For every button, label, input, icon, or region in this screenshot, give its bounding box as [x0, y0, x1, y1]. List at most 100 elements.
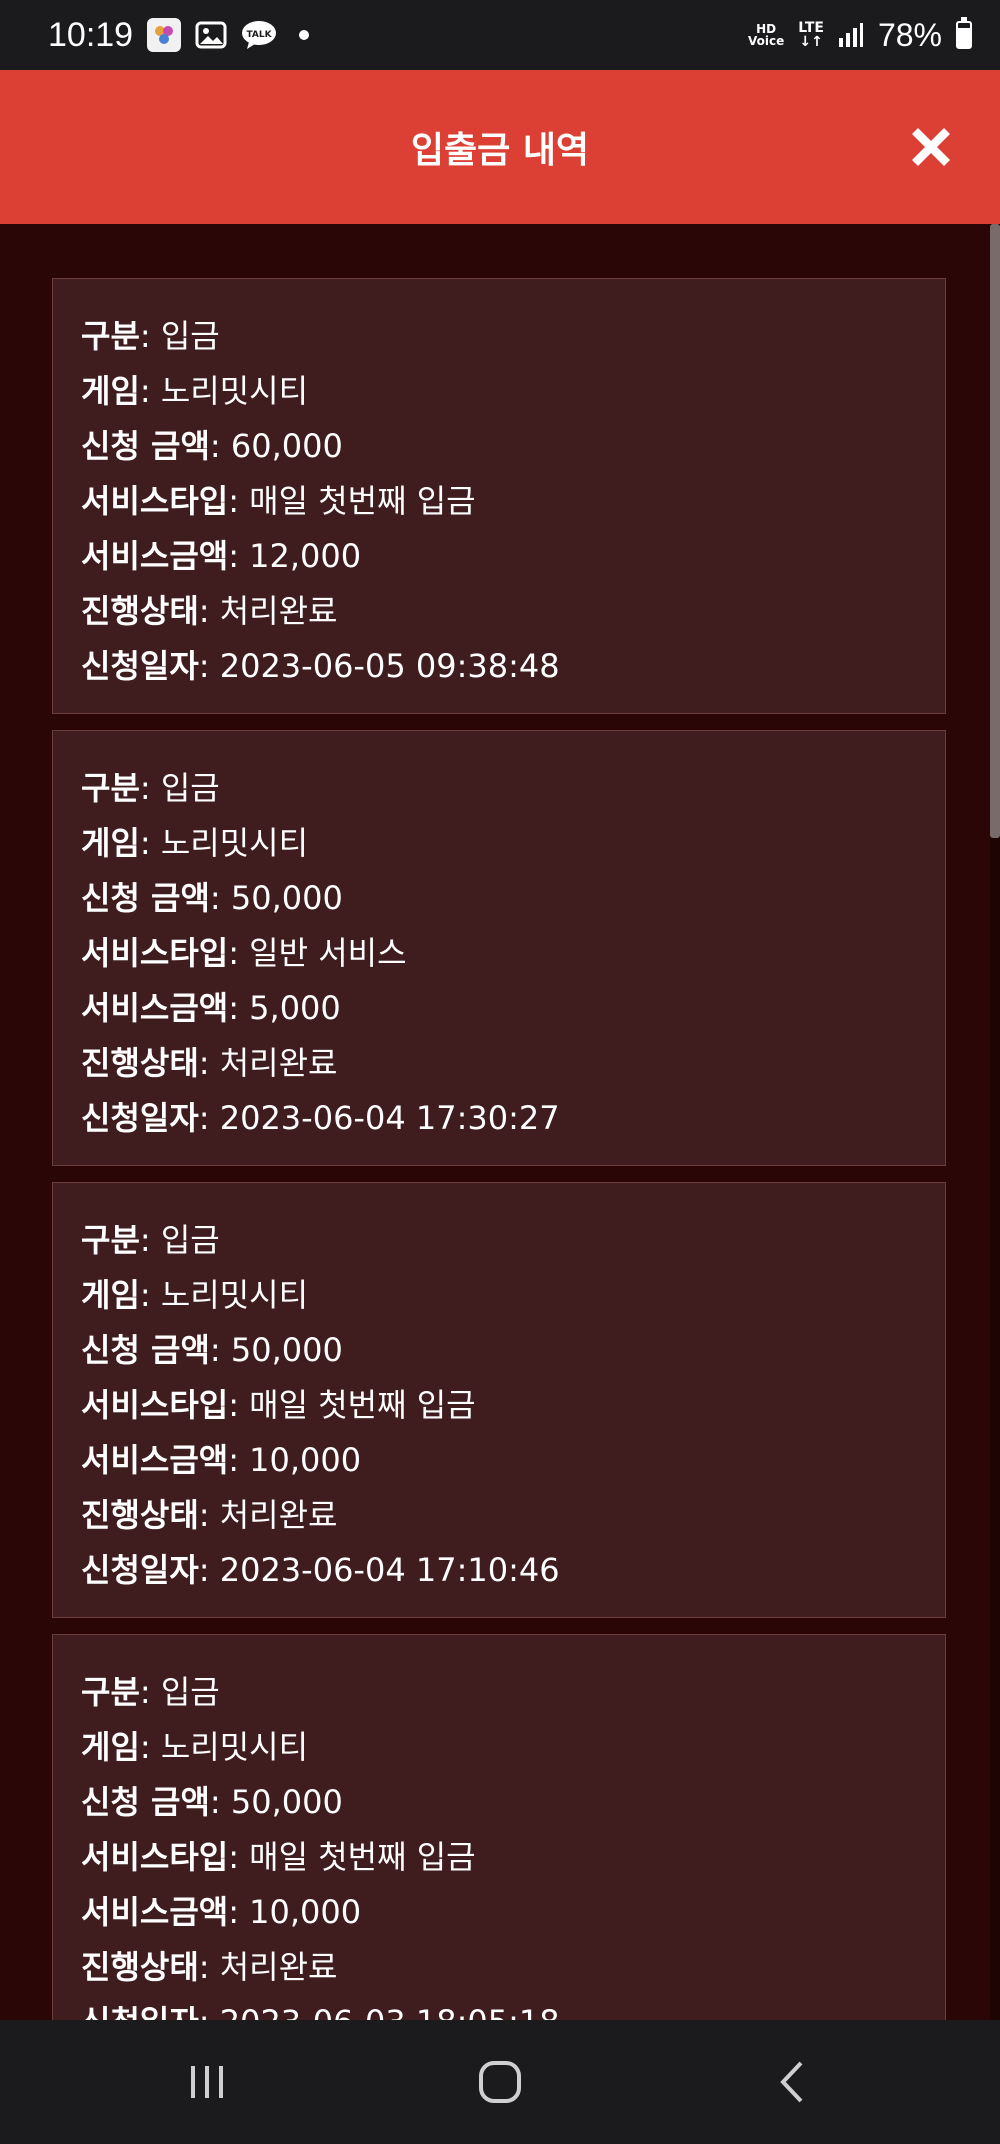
game-value: 노리밋시티: [160, 1728, 309, 1766]
status-value: 처리완료: [219, 1044, 338, 1082]
status-value: 처리완료: [219, 592, 338, 630]
page-title: 입출금 내역: [410, 130, 590, 171]
back-icon[interactable]: [775, 2059, 811, 2105]
date-row: 신청일자: 2023-06-04 17:10:46: [81, 1551, 560, 1589]
game-value: 노리밋시티: [160, 824, 309, 862]
date-value: 2023-06-05 09:38:48: [219, 647, 560, 685]
date-label: 신청일자: [81, 2003, 199, 2020]
type-label: 구분: [81, 1673, 140, 1711]
service-type-label: 서비스타입: [81, 1386, 229, 1424]
service-type-value: 매일 첫번째 입금: [249, 1838, 476, 1876]
type-value: 입금: [160, 1221, 220, 1259]
service-type-value: 매일 첫번째 입금: [249, 482, 476, 520]
type-value: 입금: [160, 317, 220, 355]
game-label: 게임: [81, 824, 140, 862]
service-type-value: 매일 첫번째 입금: [249, 1386, 476, 1424]
service-type-value: 일반 서비스: [249, 934, 407, 972]
date-row: 신청일자: 2023-06-04 17:30:27: [81, 1099, 560, 1137]
scrollbar-thumb[interactable]: [990, 224, 1000, 838]
status-label: 진행상태: [81, 592, 199, 630]
amount-label: 신청 금액: [81, 427, 210, 465]
game-value: 노리밋시티: [160, 1276, 309, 1314]
game-row: 게임: 노리밋시티: [81, 824, 309, 862]
transaction-card: 구분: 입금 게임: 노리밋시티 신청 금액: 50,000 서비스타입: 매일…: [52, 1182, 946, 1618]
amount-value: 50,000: [230, 879, 343, 917]
game-label: 게임: [81, 372, 140, 410]
type-value: 입금: [160, 1673, 220, 1711]
transaction-card: 구분: 입금 게임: 노리밋시티 신청 금액: 50,000 서비스타입: 일반…: [52, 730, 946, 1166]
service-amount-label: 서비스금액: [81, 537, 229, 575]
type-label: 구분: [81, 769, 140, 807]
recent-apps-button[interactable]: [167, 2052, 247, 2112]
notification-dot: [299, 30, 310, 40]
battery-fill: [958, 28, 970, 47]
amount-row: 신청 금액: 50,000: [81, 1331, 343, 1369]
service-amount-value: 5,000: [249, 989, 341, 1027]
service-amount-row: 서비스금액: 12,000: [81, 537, 362, 575]
amount-value: 50,000: [230, 1331, 343, 1369]
service-type-row: 서비스타입: 일반 서비스: [81, 934, 407, 972]
game-label: 게임: [81, 1728, 140, 1766]
date-label: 신청일자: [81, 1551, 199, 1589]
amount-label: 신청 금액: [81, 1331, 210, 1369]
service-amount-value: 10,000: [249, 1441, 362, 1479]
battery-percent: 78%: [877, 16, 942, 53]
service-type-row: 서비스타입: 매일 첫번째 입금: [81, 482, 476, 520]
game-row: 게임: 노리밋시티: [81, 1276, 309, 1314]
service-type-label: 서비스타입: [81, 482, 229, 520]
date-row: 신청일자: 2023-06-03 18:05:18: [81, 1995, 945, 2020]
home-button[interactable]: [460, 2052, 540, 2112]
hd-voice-icon: HD Voice: [747, 22, 785, 48]
close-button[interactable]: [906, 122, 956, 172]
date-value: 2023-06-04 17:30:27: [219, 1099, 560, 1137]
transaction-list[interactable]: 구분: 입금 게임: 노리밋시티 신청 금액: 60,000 서비스타입: 매일…: [0, 224, 990, 2020]
app-icon: [147, 18, 182, 52]
status-row: 진행상태: 처리완료: [81, 1496, 338, 1534]
type-row: 구분: 입금: [81, 1673, 220, 1711]
signal-icon: [838, 22, 864, 48]
service-amount-row: 서비스금액: 5,000: [81, 989, 341, 1027]
type-value: 입금: [160, 769, 220, 807]
game-label: 게임: [81, 1276, 140, 1314]
game-row: 게임: 노리밋시티: [81, 372, 309, 410]
home-icon[interactable]: [477, 2059, 523, 2105]
scrollbar[interactable]: [990, 224, 1000, 2020]
type-label: 구분: [81, 317, 140, 355]
amount-row: 신청 금액: 60,000: [81, 427, 343, 465]
amount-value: 60,000: [230, 427, 343, 465]
status-row: 진행상태: 처리완료: [81, 592, 338, 630]
amount-label: 신청 금액: [81, 1783, 210, 1821]
status-value: 처리완료: [219, 1948, 338, 1986]
service-amount-label: 서비스금액: [81, 1893, 229, 1931]
type-row: 구분: 입금: [81, 1221, 220, 1259]
status-value: 처리완료: [219, 1496, 338, 1534]
game-row: 게임: 노리밋시티: [81, 1728, 309, 1766]
battery-icon: [956, 17, 972, 49]
date-value: 2023-06-03 18:05:18: [220, 2003, 560, 2020]
recent-apps-icon[interactable]: [185, 2062, 229, 2102]
date-value: 2023-06-04 17:10:46: [219, 1551, 560, 1589]
page-header: 입출금 내역: [0, 70, 1000, 224]
game-value: 노리밋시티: [160, 372, 309, 410]
status-label: 진행상태: [81, 1948, 199, 1986]
status-time: 10:19: [48, 15, 134, 54]
status-row: 진행상태: 처리완료: [81, 1044, 338, 1082]
image-icon: [195, 21, 227, 49]
type-label: 구분: [81, 1221, 140, 1259]
amount-row: 신청 금액: 50,000: [81, 1783, 343, 1821]
network-label: LTE: [798, 20, 824, 36]
status-bar-right: HD Voice LTE ↓↑ 78%: [748, 17, 972, 54]
service-amount-value: 10,000: [249, 1893, 362, 1931]
service-type-row: 서비스타입: 매일 첫번째 입금: [81, 1386, 476, 1424]
service-type-row: 서비스타입: 매일 첫번째 입금: [81, 1838, 476, 1876]
service-amount-value: 12,000: [249, 537, 362, 575]
service-type-label: 서비스타입: [81, 934, 229, 972]
status-bar: 10:19 TALK HD Voice LTE ↓↑ 78%: [0, 0, 1000, 70]
kakaotalk-icon: TALK: [241, 20, 277, 50]
close-icon[interactable]: [906, 122, 956, 172]
type-row: 구분: 입금: [81, 317, 220, 355]
type-row: 구분: 입금: [81, 769, 220, 807]
date-label: 신청일자: [81, 1099, 199, 1137]
back-button[interactable]: [753, 2052, 833, 2112]
amount-row: 신청 금액: 50,000: [81, 879, 343, 917]
